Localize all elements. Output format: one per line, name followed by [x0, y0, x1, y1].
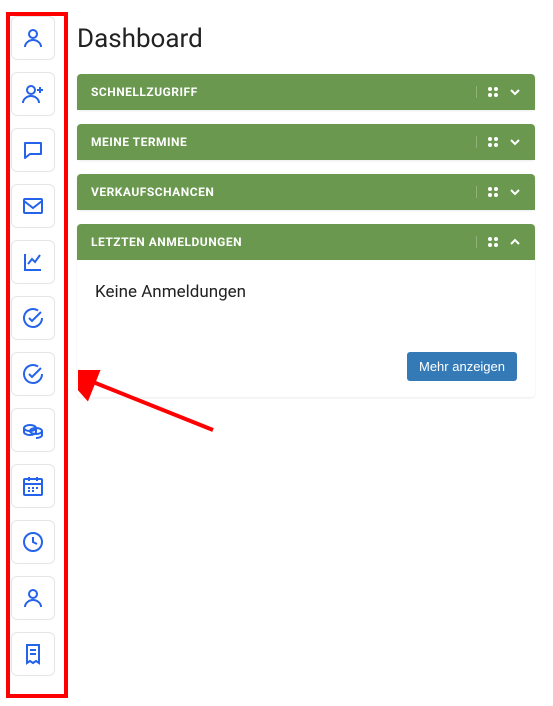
panel-controls: [476, 86, 521, 98]
chart-icon: [21, 250, 45, 274]
panel-title: VERKAUFSCHANCEN: [91, 185, 214, 199]
panel-header-schnellzugriff[interactable]: SCHNELLZUGRIFF: [77, 74, 535, 110]
chevron-down-icon[interactable]: [509, 136, 521, 148]
sidebar: [0, 0, 65, 706]
coins-icon: [21, 418, 45, 442]
drag-handle-icon[interactable]: [487, 236, 499, 248]
chevron-down-icon[interactable]: [509, 186, 521, 198]
drag-handle-icon[interactable]: [487, 186, 499, 198]
panel-title: LETZTEN ANMELDUNGEN: [91, 235, 242, 249]
panel-header-verkaufschancen[interactable]: VERKAUFSCHANCEN: [77, 174, 535, 210]
panel-schnellzugriff: SCHNELLZUGRIFF: [77, 74, 535, 110]
panel-title: MEINE TERMINE: [91, 135, 187, 149]
note-icon: [21, 642, 45, 666]
sidebar-item-mail[interactable]: [11, 184, 55, 228]
clock-icon: [21, 530, 45, 554]
person-icon: [21, 586, 45, 610]
person-icon: [21, 26, 45, 50]
person-plus-icon: [21, 82, 45, 106]
sidebar-item-person[interactable]: [11, 16, 55, 60]
panel-anmeldungen: LETZTEN ANMELDUNGEN Keine Anmeldungen Me…: [77, 224, 535, 397]
sidebar-item-check-2[interactable]: [11, 352, 55, 396]
check-circle-icon: [21, 362, 45, 386]
panel-controls: [476, 136, 521, 148]
page-title: Dashboard: [77, 24, 535, 54]
sidebar-item-chat[interactable]: [11, 128, 55, 172]
sidebar-item-check[interactable]: [11, 296, 55, 340]
panel-body: Keine Anmeldungen Mehr anzeigen: [77, 260, 535, 397]
main-content: Dashboard SCHNELLZUGRIFF MEINE TERMINE: [65, 0, 553, 706]
sidebar-item-calendar[interactable]: [11, 464, 55, 508]
more-button[interactable]: Mehr anzeigen: [407, 352, 517, 381]
sidebar-item-clock[interactable]: [11, 520, 55, 564]
sidebar-item-note[interactable]: [11, 632, 55, 676]
panel-verkaufschancen: VERKAUFSCHANCEN: [77, 174, 535, 210]
panel-header-termine[interactable]: MEINE TERMINE: [77, 124, 535, 160]
chat-icon: [21, 138, 45, 162]
sidebar-item-person-plus[interactable]: [11, 72, 55, 116]
chevron-up-icon[interactable]: [509, 236, 521, 248]
sidebar-item-person-2[interactable]: [11, 576, 55, 620]
drag-handle-icon[interactable]: [487, 136, 499, 148]
panel-title: SCHNELLZUGRIFF: [91, 85, 198, 99]
empty-state-text: Keine Anmeldungen: [95, 282, 517, 302]
calendar-icon: [21, 474, 45, 498]
panel-footer: Mehr anzeigen: [95, 352, 517, 381]
check-circle-icon: [21, 306, 45, 330]
chevron-down-icon[interactable]: [509, 86, 521, 98]
panel-controls: [476, 236, 521, 248]
sidebar-item-coins[interactable]: [11, 408, 55, 452]
panel-termine: MEINE TERMINE: [77, 124, 535, 160]
mail-icon: [21, 194, 45, 218]
sidebar-item-chart[interactable]: [11, 240, 55, 284]
drag-handle-icon[interactable]: [487, 86, 499, 98]
panel-controls: [476, 186, 521, 198]
panel-header-anmeldungen[interactable]: LETZTEN ANMELDUNGEN: [77, 224, 535, 260]
